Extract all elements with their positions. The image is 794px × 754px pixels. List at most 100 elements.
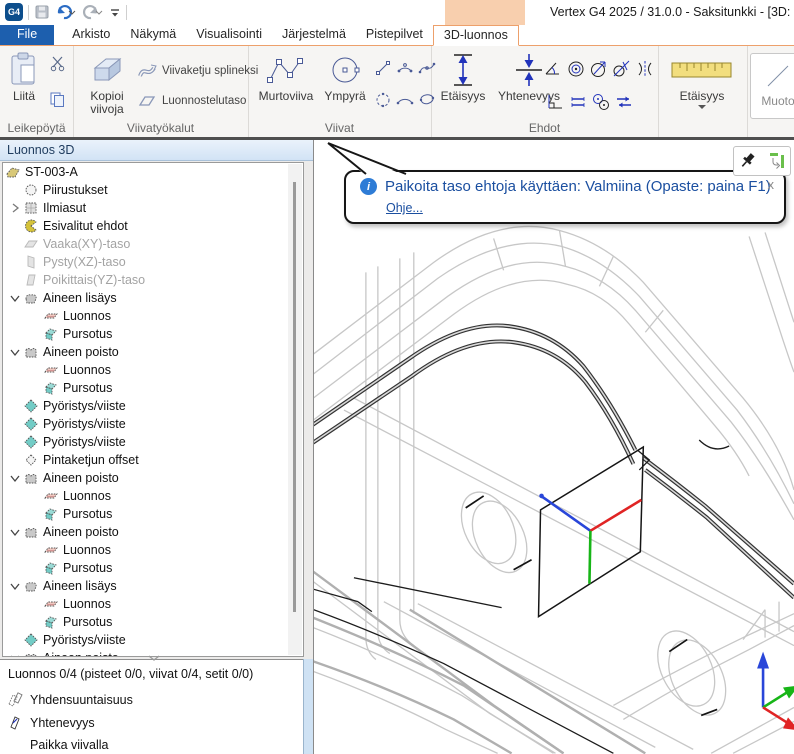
balloon-close-button[interactable]: x: [768, 177, 775, 192]
splitter-chevron-icon[interactable]: [145, 654, 163, 662]
tab-arkisto[interactable]: Arkisto: [62, 25, 120, 45]
app-logo[interactable]: G4: [5, 3, 23, 21]
perpendicular-icon: [545, 92, 565, 112]
tree-item[interactable]: Pyöristys/viiste: [3, 397, 303, 415]
constraint-item[interactable]: Paikka viivalla: [6, 738, 109, 752]
tree-item-label: Luonnos: [63, 307, 111, 325]
save-button[interactable]: [34, 4, 50, 20]
tree-item[interactable]: ST-003-A: [3, 163, 303, 181]
customize-quick-access-button[interactable]: [109, 5, 121, 19]
tree-item[interactable]: Luonnos: [3, 487, 303, 505]
perpendicular-constraint-button[interactable]: [545, 92, 563, 110]
pushpin-icon[interactable]: [738, 151, 758, 171]
shape-label: Muoto: [761, 94, 794, 108]
sidebar-luonnos-3d: Luonnos 3D ST-003-APiirustuksetIlmiasutE…: [0, 140, 313, 754]
constraint-item[interactable]: Yhdensuuntaisuus: [6, 692, 133, 707]
tree-item[interactable]: Pyöristys/viiste: [3, 631, 303, 649]
tree-item[interactable]: Luonnos: [3, 307, 303, 325]
tab-3d-luonnos[interactable]: 3D-luonnos: [433, 25, 519, 46]
tree-item[interactable]: Luonnos: [3, 595, 303, 613]
tree-item[interactable]: Pursotus: [3, 505, 303, 523]
tab-file[interactable]: File: [0, 25, 54, 45]
tree-item[interactable]: Aineen poisto: [3, 343, 303, 361]
tangent-constraint-button[interactable]: [612, 59, 630, 77]
tab-pistepilvet[interactable]: Pistepilvet: [356, 25, 433, 45]
ruler-icon: [671, 50, 733, 90]
chevron-down-icon[interactable]: [7, 650, 23, 657]
info-icon: i: [360, 178, 377, 195]
axis-y-green: [589, 531, 590, 584]
tab-j-rjestelm-[interactable]: Järjestelmä: [272, 25, 356, 45]
tree-item[interactable]: Aineen poisto: [3, 469, 303, 487]
tree-item[interactable]: Vaaka(XY)-taso: [3, 235, 303, 253]
tree-item[interactable]: Aineen lisäys: [3, 577, 303, 595]
cut-icon: [49, 55, 66, 72]
tree-item[interactable]: Luonnos: [3, 541, 303, 559]
tab-n-kym-[interactable]: Näkymä: [120, 25, 186, 45]
paste-button[interactable]: Liitä: [3, 50, 45, 103]
add-icon: [23, 290, 39, 306]
tree-item[interactable]: Aineen poisto: [3, 523, 303, 541]
expander-spacer: [7, 434, 23, 450]
angle-constraint-button[interactable]: [543, 59, 561, 77]
arc-3pt-button[interactable]: [396, 59, 414, 77]
polyline-button[interactable]: Murtoviiva: [254, 50, 318, 103]
tree-item[interactable]: Ilmiasut: [3, 199, 303, 217]
tree-item[interactable]: Aineen lisäys: [3, 289, 303, 307]
shape-button[interactable]: Muoto: [755, 58, 794, 108]
help-link[interactable]: Ohje...: [386, 201, 423, 215]
3d-viewport-canvas[interactable]: [314, 140, 794, 754]
equal-constraint-button[interactable]: [568, 92, 586, 110]
measure-distance-label: Etäisyys: [680, 90, 725, 103]
redo-button[interactable]: [82, 4, 104, 20]
dock-layout-icon[interactable]: [766, 151, 786, 171]
symmetry-icon: [635, 59, 655, 79]
feature-tree[interactable]: ST-003-APiirustuksetIlmiasutEsivalitut e…: [2, 162, 304, 657]
tree-item[interactable]: Pursotus: [3, 379, 303, 397]
tree-scrollbar-thumb[interactable]: [293, 182, 296, 612]
highlighted-edge-chain: [314, 325, 794, 597]
distance-constraint-button[interactable]: Etäisyys: [437, 50, 489, 103]
tree-item[interactable]: Luonnos: [3, 361, 303, 379]
tree-item[interactable]: Pursotus: [3, 325, 303, 343]
tree-scrollbar[interactable]: [288, 164, 302, 655]
tree-item-label: Esivalitut ehdot: [43, 217, 128, 235]
tab-visualisointi[interactable]: Visualisointi: [186, 25, 272, 45]
tree-item[interactable]: Pyöristys/viiste: [3, 415, 303, 433]
undo-button[interactable]: [55, 4, 77, 20]
copy-button[interactable]: [49, 91, 66, 108]
tree-item[interactable]: Poikittais(YZ)-taso: [3, 271, 303, 289]
constraint-label: Paikka viivalla: [30, 738, 109, 752]
circle-button[interactable]: Ympyrä: [320, 50, 370, 103]
tree-item[interactable]: Pursotus: [3, 613, 303, 631]
chevron-down-icon[interactable]: [7, 524, 23, 540]
chevron-down-icon[interactable]: [7, 290, 23, 306]
arc-tangent-button[interactable]: [396, 91, 414, 109]
copy-lines-button[interactable]: Kopioi viivoja: [79, 50, 135, 116]
equal-radius-constraint-button[interactable]: [591, 92, 609, 110]
separator: [126, 5, 127, 20]
tree-item[interactable]: Pysty(XZ)-taso: [3, 253, 303, 271]
cut-button[interactable]: [49, 55, 66, 72]
viewport-3d: i Paikoita taso ehtoja käyttäen: Valmiin…: [313, 140, 794, 754]
tree-item[interactable]: Pintaketjun offset: [3, 451, 303, 469]
tree-item[interactable]: Esivalitut ehdot: [3, 217, 303, 235]
parallel-constraint-button[interactable]: [614, 92, 632, 110]
tree-item[interactable]: Pyöristys/viiste: [3, 433, 303, 451]
concentric-constraint-button[interactable]: [566, 59, 584, 77]
line-tool-button[interactable]: [374, 59, 392, 77]
symmetry-constraint-button[interactable]: [635, 59, 653, 77]
chevron-right-icon[interactable]: [7, 200, 23, 216]
constraint-item[interactable]: Yhtenevyys: [6, 715, 95, 730]
tree-item[interactable]: Pursotus: [3, 559, 303, 577]
diameter-constraint-button[interactable]: [589, 59, 607, 77]
chevron-down-icon[interactable]: [7, 470, 23, 486]
chevron-down-icon[interactable]: [7, 344, 23, 360]
measure-distance-button[interactable]: Etäisyys: [668, 50, 736, 109]
construction-circle-button[interactable]: [374, 91, 392, 109]
tree-item[interactable]: Piirustukset: [3, 181, 303, 199]
sketch-plane-button[interactable]: Luonnostelutaso: [137, 94, 246, 108]
sketch-icon: [43, 488, 59, 504]
chain-to-spline-button[interactable]: Viivaketju splineksi: [137, 62, 258, 80]
chevron-down-icon[interactable]: [7, 578, 23, 594]
